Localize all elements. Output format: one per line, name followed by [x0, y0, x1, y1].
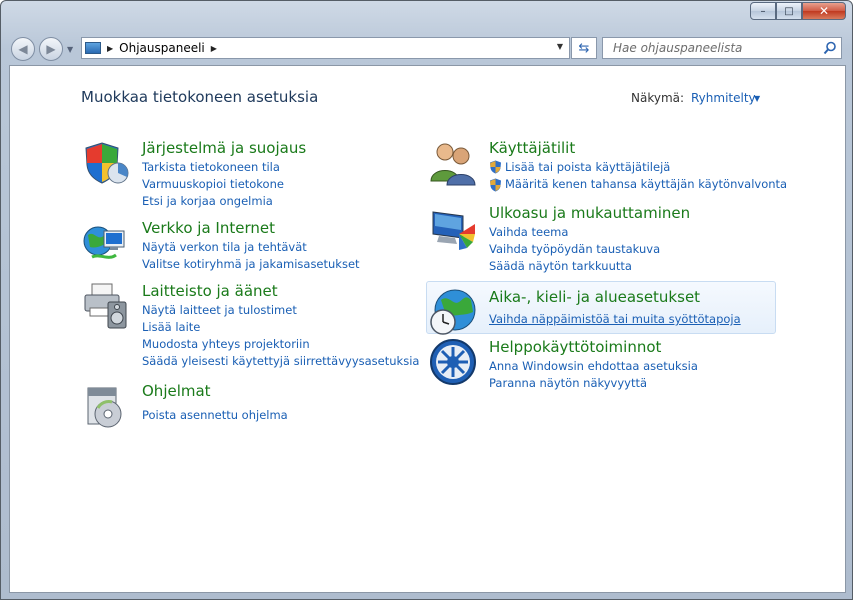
- link-mobility-settings[interactable]: Säädä yleisesti käytettyjä siirrettävyys…: [142, 354, 419, 368]
- search-icon[interactable]: [823, 41, 837, 55]
- minimize-button[interactable]: –: [750, 2, 776, 20]
- category-title[interactable]: Helppokäyttötoiminnot: [489, 338, 661, 356]
- category-title[interactable]: Käyttäjätilit: [489, 139, 575, 157]
- category-title[interactable]: Laitteisto ja äänet: [142, 282, 278, 300]
- back-button[interactable]: ◀: [11, 37, 35, 61]
- view-by-chevron-icon[interactable]: ▼: [754, 94, 760, 103]
- link-homegroup-sharing[interactable]: Valitse kotiryhmä ja jakamisasetukset: [142, 257, 360, 271]
- close-button[interactable]: ✕: [802, 2, 846, 20]
- caption-buttons: – □ ✕: [750, 2, 846, 20]
- category-title[interactable]: Ulkoasu ja mukauttaminen: [489, 204, 690, 222]
- category-title[interactable]: Ohjelmat: [142, 382, 211, 400]
- view-by-label: Näkymä:: [631, 91, 685, 105]
- link-network-status[interactable]: Näytä verkon tila ja tehtävät: [142, 240, 307, 254]
- category-title[interactable]: Järjestelmä ja suojaus: [142, 139, 306, 157]
- category-title[interactable]: Verkko ja Internet: [142, 219, 275, 237]
- uac-shield-icon: [490, 160, 501, 174]
- link-backup-computer[interactable]: Varmuuskopioi tietokone: [142, 177, 284, 191]
- category-title[interactable]: Aika-, kieli- ja alueasetukset: [489, 288, 700, 306]
- view-by-dropdown[interactable]: Ryhmitelty: [691, 91, 756, 105]
- ease-of-access-icon: [430, 339, 476, 385]
- breadcrumb-control-panel[interactable]: Ohjauspaneeli: [119, 41, 205, 55]
- link-add-device[interactable]: Lisää laite: [142, 320, 200, 334]
- title-bar[interactable]: – □ ✕: [1, 1, 852, 31]
- network-globe-icon: [83, 226, 125, 259]
- users-icon: [430, 143, 476, 186]
- link-uninstall-program[interactable]: Poista asennettu ohjelma: [142, 408, 288, 422]
- link-screen-resolution[interactable]: Säädä näytön tarkkuutta: [489, 259, 632, 273]
- monitor-palette-icon: [432, 211, 475, 250]
- link-desktop-background[interactable]: Vaihda työpöydän taustakuva: [489, 242, 660, 256]
- control-panel-content: Muokkaa tietokoneen asetuksia Näkymä: Ry…: [9, 65, 846, 593]
- link-user-account-control[interactable]: Määritä kenen tahansa käyttäjän käytönva…: [505, 177, 787, 191]
- control-panel-window: – □ ✕ ◀ ▶ ▼ ▶ Ohjauspaneeli ▶ ▼ ⇆ Hae oh…: [0, 0, 853, 600]
- shield-system-icon: [85, 142, 129, 184]
- link-optimize-visual-display[interactable]: Paranna näytön näkyvyyttä: [489, 376, 647, 390]
- search-box[interactable]: [602, 37, 842, 59]
- uac-shield-icon: [490, 178, 501, 192]
- control-panel-icon: [85, 42, 101, 54]
- maximize-button[interactable]: □: [776, 2, 802, 20]
- breadcrumb-separator-icon[interactable]: ▶: [107, 44, 113, 53]
- clock-globe-icon: [430, 289, 476, 335]
- refresh-button[interactable]: ⇆: [571, 37, 597, 59]
- back-arrow-icon: ◀: [18, 42, 28, 56]
- recent-pages-button[interactable]: ▼: [67, 45, 73, 54]
- link-connect-projector[interactable]: Muodosta yhteys projektoriin: [142, 337, 310, 351]
- link-devices-printers[interactable]: Näytä laitteet ja tulostimet: [142, 303, 297, 317]
- navigation-bar: ◀ ▶ ▼ ▶ Ohjauspaneeli ▶ ▼ ⇆: [1, 31, 852, 65]
- link-troubleshoot[interactable]: Etsi ja korjaa ongelmia: [142, 194, 273, 208]
- address-bar[interactable]: ▶ Ohjauspaneeli ▶ ▼: [81, 37, 570, 59]
- refresh-icon: ⇆: [578, 40, 590, 56]
- page-title: Muokkaa tietokoneen asetuksia: [81, 88, 319, 106]
- link-change-theme[interactable]: Vaihda teema: [489, 225, 568, 239]
- link-check-computer-status[interactable]: Tarkista tietokoneen tila: [142, 160, 280, 174]
- address-dropdown-icon[interactable]: ▼: [557, 42, 563, 51]
- search-input[interactable]: [611, 40, 825, 56]
- breadcrumb-chevron-icon[interactable]: ▶: [211, 44, 217, 53]
- printer-speaker-icon: [84, 283, 127, 329]
- forward-button[interactable]: ▶: [39, 37, 63, 61]
- programs-disc-icon: [87, 387, 122, 428]
- forward-arrow-icon: ▶: [46, 42, 56, 56]
- link-add-remove-accounts[interactable]: Lisää tai poista käyttäjätilejä: [505, 160, 670, 174]
- link-change-keyboard-input[interactable]: Vaihda näppäimistöä tai muita syöttötapo…: [489, 312, 741, 326]
- link-windows-suggest-settings[interactable]: Anna Windowsin ehdottaa asetuksia: [489, 359, 698, 373]
